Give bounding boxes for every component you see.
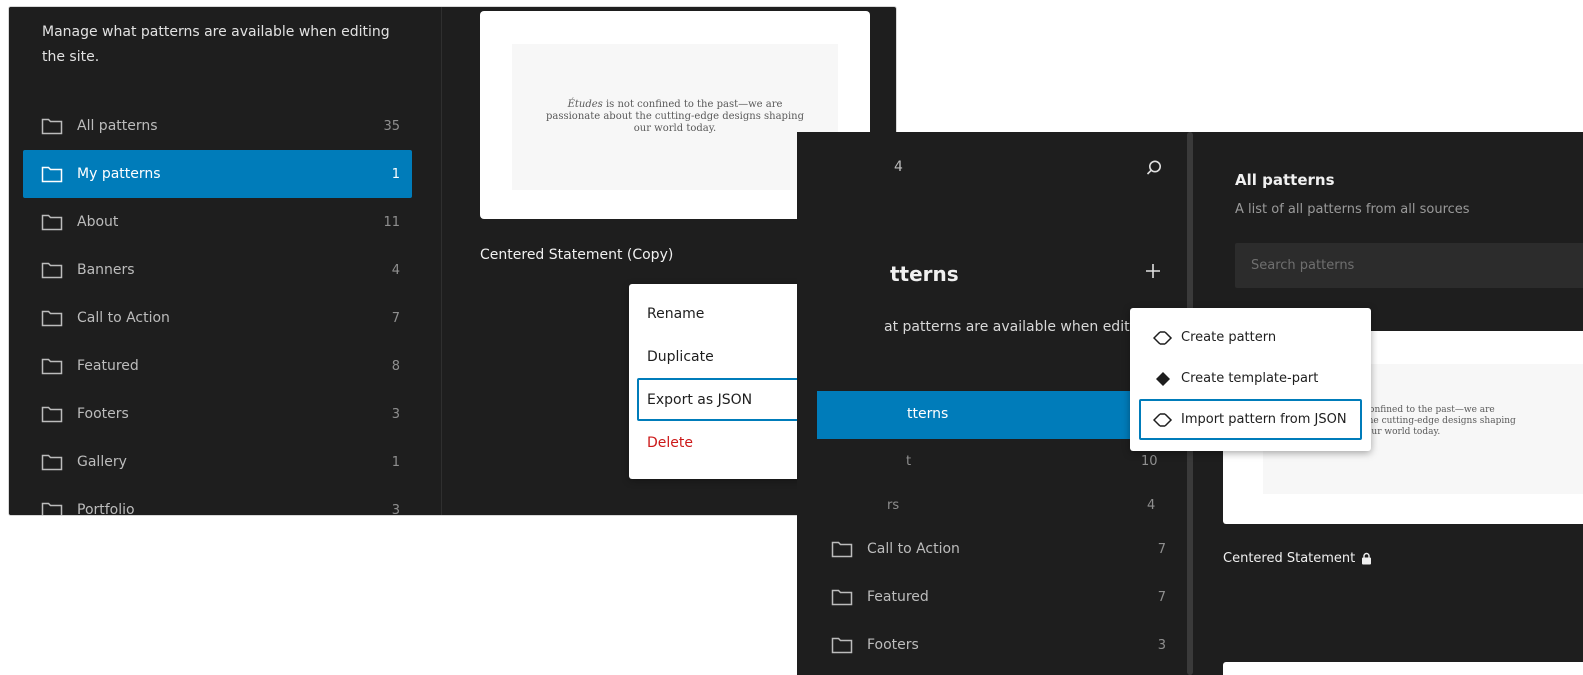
category-gallery[interactable]: Gallery 1 bbox=[23, 438, 412, 486]
category-label: Gallery bbox=[77, 454, 127, 470]
category-portfolio[interactable]: Portfolio 3 bbox=[23, 486, 412, 515]
pattern-preview-card[interactable] bbox=[1223, 662, 1583, 675]
category-count: 3 bbox=[391, 406, 400, 422]
category-count: 1 bbox=[391, 166, 400, 182]
category-footers[interactable]: Footers 3 bbox=[817, 621, 1178, 669]
category-label: About bbox=[77, 214, 119, 230]
category-label: Footers bbox=[867, 637, 919, 653]
pattern-title: Centered Statement bbox=[1223, 551, 1372, 566]
folder-icon bbox=[831, 589, 853, 606]
folder-icon bbox=[41, 118, 63, 135]
category-banners[interactable]: Banners 4 bbox=[23, 246, 412, 294]
category-label: Call to Action bbox=[77, 310, 170, 326]
sidebar-heading: tterns bbox=[890, 262, 959, 286]
add-pattern-menu: Create pattern Create template-part Impo… bbox=[1130, 308, 1371, 451]
search-field bbox=[1235, 243, 1583, 288]
folder-icon bbox=[41, 406, 63, 423]
category-count: 1 bbox=[391, 454, 400, 470]
preview-line: the cutting-edge designs shaping bbox=[1364, 416, 1516, 426]
folder-icon bbox=[41, 502, 63, 515]
category-count: 11 bbox=[383, 214, 400, 230]
folder-icon bbox=[41, 214, 63, 231]
category-label: Footers bbox=[77, 406, 129, 422]
category-label-fragment: rs bbox=[887, 498, 900, 513]
pattern-title-text: Centered Statement bbox=[1223, 551, 1356, 566]
category-label: My patterns bbox=[77, 166, 161, 182]
category-count: 7 bbox=[1157, 541, 1166, 557]
category-label-fragment: t bbox=[906, 454, 912, 469]
search-icon[interactable] bbox=[1145, 159, 1163, 177]
folder-icon bbox=[831, 637, 853, 654]
category-featured[interactable]: Featured 8 bbox=[23, 342, 412, 390]
page-subtitle: A list of all patterns from all sources bbox=[1235, 202, 1470, 217]
category-count: 35 bbox=[383, 118, 400, 134]
category-my-patterns[interactable]: tterns bbox=[817, 391, 1178, 439]
lock-icon bbox=[1362, 552, 1372, 565]
menu-item-create-template-part[interactable]: Create template-part bbox=[1139, 358, 1362, 399]
category-count: 10 bbox=[1141, 454, 1158, 469]
panel-divider bbox=[441, 7, 442, 515]
category-my-patterns[interactable]: My patterns 1 bbox=[23, 150, 412, 198]
menu-item-label: Create template-part bbox=[1181, 371, 1319, 386]
preview-text: Études is not confined to the past—we ar… bbox=[540, 99, 810, 135]
folder-icon bbox=[41, 310, 63, 327]
preview-line: confined to the past—we are bbox=[1364, 405, 1495, 415]
category-count: 4 bbox=[391, 262, 400, 278]
category-about[interactable]: About 11 bbox=[23, 198, 412, 246]
category-label: Portfolio bbox=[77, 502, 135, 515]
preview-text: confined to the past—we are the cutting-… bbox=[1364, 405, 1516, 438]
menu-item-label: Create pattern bbox=[1181, 330, 1277, 345]
category-call-to-action[interactable]: Call to Action 7 bbox=[817, 525, 1178, 573]
folder-icon bbox=[41, 358, 63, 375]
folder-icon bbox=[41, 262, 63, 279]
menu-item-label: Import pattern from JSON bbox=[1181, 412, 1347, 427]
pattern-title: Centered Statement (Copy) bbox=[480, 247, 674, 263]
sidebar-description: at patterns are available when editi bbox=[884, 319, 1134, 335]
category-all-patterns[interactable]: All patterns 35 bbox=[23, 102, 412, 150]
plus-icon[interactable] bbox=[1144, 262, 1162, 280]
category-count: 7 bbox=[391, 310, 400, 326]
folder-icon bbox=[831, 541, 853, 558]
preview-line: our world today. bbox=[1366, 427, 1441, 437]
category-label: Banners bbox=[77, 262, 135, 278]
category-count: 3 bbox=[1157, 637, 1166, 653]
category-count: 7 bbox=[1157, 589, 1166, 605]
category-call-to-action[interactable]: Call to Action 7 bbox=[23, 294, 412, 342]
folder-icon bbox=[41, 454, 63, 471]
category-footers[interactable]: Footers 3 bbox=[23, 390, 412, 438]
pattern-icon bbox=[1153, 412, 1173, 427]
page-title: All patterns bbox=[1235, 171, 1335, 189]
category-count: 4 bbox=[1147, 498, 1156, 513]
preview-text-emphasis: Études bbox=[567, 99, 603, 110]
category-count: 8 bbox=[391, 358, 400, 374]
patterns-sidebar: Manage what patterns are available when … bbox=[9, 7, 441, 515]
folder-icon bbox=[41, 166, 63, 183]
category-count: 3 bbox=[391, 502, 400, 516]
menu-item-import-json[interactable]: Import pattern from JSON bbox=[1139, 399, 1362, 440]
template-part-icon bbox=[1156, 371, 1170, 386]
sidebar-description: Manage what patterns are available when … bbox=[42, 24, 390, 65]
category-label: tterns bbox=[907, 406, 949, 422]
category-label: Featured bbox=[867, 589, 929, 605]
pattern-icon bbox=[1153, 330, 1173, 345]
sidebar-header-fragment: 4 bbox=[894, 159, 903, 175]
menu-item-create-pattern[interactable]: Create pattern bbox=[1139, 317, 1362, 358]
category-list: All patterns 35 My patterns 1 About 11 B… bbox=[23, 102, 412, 515]
category-label: All patterns bbox=[77, 118, 158, 134]
category-label: Featured bbox=[77, 358, 139, 374]
category-featured[interactable]: Featured 7 bbox=[817, 573, 1178, 621]
category-list: Call to Action 7 Featured 7 Footers 3 bbox=[817, 525, 1178, 669]
pattern-preview: Études is not confined to the past—we ar… bbox=[512, 44, 838, 190]
search-input[interactable] bbox=[1235, 243, 1583, 288]
category-label: Call to Action bbox=[867, 541, 960, 557]
